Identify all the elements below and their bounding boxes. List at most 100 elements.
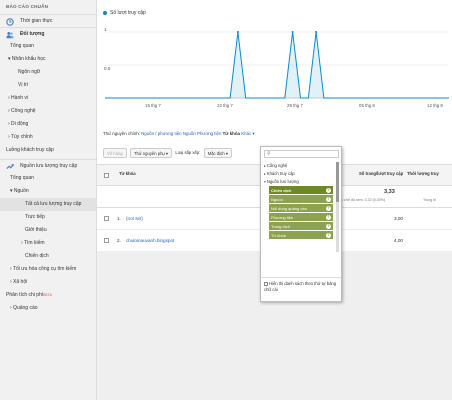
sidebar-item-campaigns[interactable]: Chiến dịch — [0, 250, 96, 263]
dimension-link-source[interactable]: Nguồn — [183, 131, 196, 136]
sidebar-item-label: Phân tích chi phí — [6, 292, 44, 298]
sidebar-item-language[interactable]: Ngôn ngữ — [0, 66, 96, 79]
series-dot — [103, 10, 107, 15]
sidebar-item-overview[interactable]: Tổng quan — [0, 40, 96, 53]
sidebar-item-search[interactable]: › Tìm kiếm — [0, 237, 96, 250]
sidebar-item-behavior[interactable]: › Hành vi — [0, 92, 96, 105]
sidebar-item-technology[interactable]: › Công nghệ — [0, 105, 96, 118]
sidebar-item-social[interactable]: › Xã hội — [0, 276, 96, 289]
sidebar-item-location[interactable]: Vị trí — [0, 79, 96, 92]
sidebar-item-label: Vị trí — [18, 82, 29, 88]
alphabetical-label: Hiển thị danh sách theo thứ tự bảng chữ … — [264, 281, 337, 292]
sidebar-item-ts-overview[interactable]: Tổng quan — [0, 172, 96, 185]
main-content: Số lượt truy cập 1 0,5 15 thg 7 22 thg 7… — [97, 0, 452, 400]
dimension-link-keyword[interactable]: Từ khóa — [223, 131, 240, 136]
dimension-link-source-medium[interactable]: Nguồn / phương tiện — [141, 131, 181, 136]
dimension-option-landing-page[interactable]: Trang đích? — [269, 222, 333, 231]
chart-legend[interactable]: Số lượt truy cập — [103, 10, 146, 16]
row-checkbox[interactable] — [104, 238, 109, 243]
y-tick-label: 1 — [104, 27, 107, 32]
sidebar-item-label: › Công nghệ — [8, 108, 36, 114]
dimension-option-keyword[interactable]: Từ khóa? — [269, 231, 333, 240]
help-icon[interactable]: ? — [326, 233, 331, 238]
dimension-option-source[interactable]: Nguồn? — [269, 195, 333, 204]
data-point[interactable] — [236, 31, 239, 33]
sidebar-item-referrals[interactable]: Giới thiệu — [0, 224, 96, 237]
sidebar-item-direct[interactable]: Trực tiếp — [0, 211, 96, 224]
row-checkbox[interactable] — [104, 216, 109, 221]
column-header-duration[interactable]: Thời lượng truy — [407, 171, 439, 176]
sidebar-item-label: › Tìm kiếm — [21, 240, 45, 246]
sidebar-item-visitors-flow[interactable]: Luồng khách truy cập — [0, 144, 96, 157]
help-icon[interactable]: ? — [326, 224, 331, 229]
option-label: Nội dung quảng cáo — [271, 206, 307, 211]
dimension-option-medium[interactable]: Phương tiện? — [269, 213, 333, 222]
dimension-option-campaign[interactable]: Chiến dịch? — [269, 186, 333, 195]
x-tick-label: 15 thg 7 — [145, 103, 161, 108]
chevron-right-icon: ▸ — [264, 164, 266, 168]
sidebar-item-seo[interactable]: › Tối ưu hóa công cụ tìm kiếm — [0, 263, 96, 276]
sidebar-item-label: Luồng khách truy cập — [6, 147, 54, 153]
category-label: Khách truy cập — [266, 171, 295, 176]
sidebar-item-audience[interactable]: Đối tượng — [0, 27, 96, 40]
sidebar-item-label: › Tối ưu hóa công cụ tìm kiếm — [10, 266, 77, 272]
alphabetical-toggle[interactable]: Hiển thị danh sách theo thứ tự bảng chữ … — [264, 281, 340, 293]
sidebar-item-all-traffic[interactable]: Tất cả lưu lượng truy cập — [0, 198, 96, 211]
line-chart: 1 0,5 15 thg 7 22 thg 7 29 thg 7 05 thg … — [97, 20, 452, 125]
category-label: Nguồn lưu lượng — [266, 179, 299, 184]
scrollbar-thumb[interactable] — [336, 162, 339, 202]
alphabetical-checkbox[interactable] — [264, 281, 268, 286]
sidebar-item-label: › Tùy chỉnh — [8, 134, 33, 140]
category-label: Công nghệ — [266, 163, 288, 168]
option-label: Chiến dịch — [271, 188, 292, 193]
dimension-category-traffic-sources[interactable]: ▾Nguồn lưu lượng — [264, 178, 336, 186]
data-point[interactable] — [315, 31, 318, 33]
sidebar: BÁO CÁO CHUẨN Thời gian thực Đối tượng T… — [0, 0, 97, 400]
select-all-checkbox[interactable] — [104, 173, 109, 178]
dimension-link-medium[interactable]: Phương tiện — [197, 131, 221, 136]
dimension-picker-popup: ⚲ ▸Công nghệ ▸Khách truy cập ▾Nguồn lưu … — [260, 146, 342, 302]
column-header-pages-per-visit[interactable]: Số trang/lượt truy cập — [359, 171, 403, 176]
row-ppv: 3,00 — [394, 216, 403, 221]
row-index: 1. — [117, 216, 121, 221]
help-icon[interactable]: ? — [326, 197, 331, 202]
sidebar-item-realtime[interactable]: Thời gian thực — [0, 14, 96, 27]
primary-dimension-row: Thứ nguyên chính: Nguồn / phương tiện Ng… — [103, 131, 255, 137]
data-point[interactable] — [291, 31, 294, 33]
sidebar-item-label: Tổng quan — [10, 175, 34, 181]
legend-label: Số lượt truy cập — [110, 10, 146, 16]
chevron-down-icon: ▾ — [264, 180, 266, 184]
chevron-right-icon: ▸ — [264, 172, 266, 176]
sidebar-item-sources[interactable]: ▾ Nguồn — [0, 185, 96, 198]
dimension-category-technology[interactable]: ▸Công nghệ — [264, 162, 336, 170]
dimension-search-input[interactable]: ⚲ — [264, 150, 339, 158]
column-header-keyword[interactable]: Từ khóa — [119, 171, 136, 176]
dimension-option-ad-content[interactable]: Nội dung quảng cáo? — [269, 204, 333, 213]
sort-type-select[interactable]: Mặc định ▾ — [203, 148, 232, 158]
sidebar-item-traffic-sources[interactable]: Nguồn lưu lượng truy cập — [0, 159, 96, 172]
row-index: 2. — [117, 238, 121, 243]
row-keyword-link[interactable]: (not set) — [126, 216, 143, 221]
help-icon[interactable]: ? — [326, 215, 331, 220]
y-tick-label: 0,5 — [104, 66, 111, 71]
sidebar-item-cost-analysis[interactable]: Phân tích chi phíBETA — [0, 289, 96, 302]
sidebar-item-label: Đối tượng — [20, 31, 45, 37]
sidebar-item-label: Ngôn ngữ — [18, 69, 41, 75]
help-icon[interactable]: ? — [326, 188, 331, 193]
help-icon[interactable]: ? — [326, 206, 331, 211]
sidebar-item-advertising[interactable]: › Quảng cáo — [0, 302, 96, 315]
sidebar-item-label: Thời gian thực — [20, 18, 53, 24]
popup-scrollbar[interactable] — [336, 162, 339, 252]
sidebar-item-label: Trực tiếp — [25, 214, 45, 220]
dimension-category-visitors[interactable]: ▸Khách truy cập — [264, 170, 336, 178]
dimension-link-other[interactable]: Khác ▾ — [241, 131, 254, 136]
sidebar-item-custom[interactable]: › Tùy chỉnh — [0, 131, 96, 144]
plot-rows-button[interactable]: Vẽ hàng — [103, 148, 127, 158]
secondary-dimension-button[interactable]: Thứ nguyên phụ ▾ — [130, 148, 173, 158]
sidebar-item-demographics[interactable]: ▾ Nhân khẩu học — [0, 53, 96, 66]
sidebar-item-label: Chiến dịch — [25, 253, 49, 259]
row-ppv: 4,00 — [394, 238, 403, 243]
sidebar-item-mobile[interactable]: › Di động — [0, 118, 96, 131]
x-tick-label: 22 thg 7 — [217, 103, 233, 108]
row-keyword-link[interactable]: chuloinauvanh.blogspot — [126, 238, 174, 243]
